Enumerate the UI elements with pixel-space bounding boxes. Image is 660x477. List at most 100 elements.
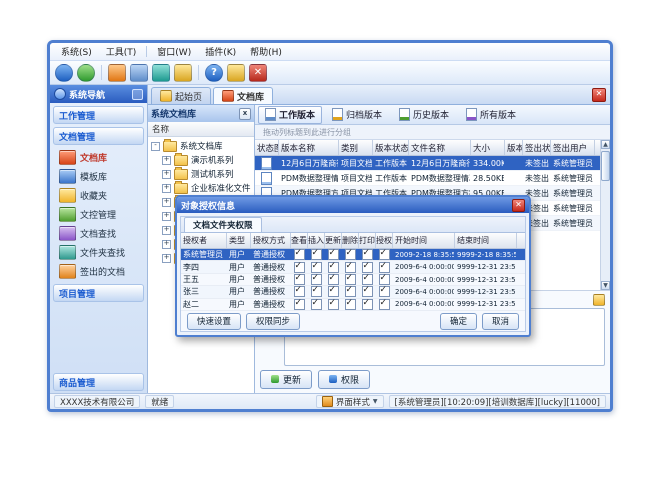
sidebar-item-template-library[interactable]: 模板库 — [59, 169, 147, 184]
column-header[interactable]: 查看 — [291, 233, 308, 248]
table-row[interactable]: 12月6日万隆商行(资 项目文档 工作版本 12月6日万隆商行(.doc 334… — [255, 156, 601, 171]
scroll-down-icon[interactable]: ▼ — [601, 281, 610, 290]
ok-button[interactable]: 确定 — [440, 313, 477, 330]
expander-icon[interactable] — [162, 254, 171, 263]
view-checkbox[interactable] — [294, 249, 305, 260]
column-header[interactable]: 签出状态 — [523, 140, 551, 155]
lock-icon[interactable] — [227, 64, 245, 82]
column-header[interactable]: 授权 — [376, 233, 393, 248]
nav-group-goods[interactable]: 商品管理 — [53, 373, 144, 391]
interface-style-dropdown[interactable]: 界面样式 ▼ — [316, 395, 384, 408]
print-checkbox[interactable] — [362, 286, 373, 297]
update-checkbox[interactable] — [328, 249, 339, 260]
table-row[interactable]: PDM数据整理情况.doc 项目文档 工作版本 PDM数据整理情况.doc 28… — [255, 171, 601, 186]
permission-row[interactable]: 王五 用户 普通授权 2009-6-4 0:00:00 9999-12-31 2… — [181, 274, 525, 286]
menu-plugins[interactable]: 插件(K) — [198, 43, 243, 60]
scroll-thumb[interactable] — [601, 151, 610, 181]
menu-system[interactable]: 系统(S) — [54, 43, 99, 60]
update-checkbox[interactable] — [328, 262, 339, 273]
navigate-icon[interactable] — [77, 64, 95, 82]
home-icon[interactable] — [55, 64, 73, 82]
tab-all-versions[interactable]: 所有版本 — [459, 106, 523, 124]
tab-working-version[interactable]: 工作版本 — [258, 106, 322, 124]
tab-folder-permissions[interactable]: 文档文件夹权限 — [184, 217, 262, 232]
tree-node[interactable]: 企业标准化文件 — [148, 181, 254, 195]
nav-group-project[interactable]: 项目管理 — [53, 284, 144, 302]
column-header[interactable]: 授权方式 — [251, 233, 291, 248]
update-checkbox[interactable] — [328, 274, 339, 285]
column-header[interactable]: 大小 — [471, 140, 505, 155]
print-checkbox[interactable] — [362, 274, 373, 285]
tree-column-header[interactable]: 名称 — [148, 122, 254, 137]
expander-icon[interactable] — [162, 240, 171, 249]
grant-checkbox[interactable] — [379, 299, 390, 310]
expander-icon[interactable] — [162, 156, 171, 165]
delete-checkbox[interactable] — [345, 286, 356, 297]
sidebar-item-favorites[interactable]: 收藏夹 — [59, 188, 147, 203]
sidebar-item-doc-library[interactable]: 文档库 — [59, 150, 147, 165]
grant-checkbox[interactable] — [379, 249, 390, 260]
quick-setup-button[interactable]: 快速设置 — [187, 313, 241, 330]
grant-checkbox[interactable] — [379, 286, 390, 297]
expander-icon[interactable] — [151, 142, 160, 151]
tab-archived-version[interactable]: 归档版本 — [325, 106, 389, 124]
update-checkbox[interactable] — [328, 299, 339, 310]
exit-icon[interactable]: ✕ — [249, 64, 267, 82]
view-checkbox[interactable] — [294, 262, 305, 273]
expander-icon[interactable] — [162, 184, 171, 193]
column-header[interactable]: 状态图 — [255, 140, 279, 155]
tab-home[interactable]: 起始页 — [151, 87, 211, 104]
grant-checkbox[interactable] — [379, 274, 390, 285]
column-header[interactable]: 更新 — [325, 233, 342, 248]
browse-folder-icon[interactable] — [593, 294, 605, 306]
column-header[interactable]: 结束时间 — [455, 233, 517, 248]
delete-checkbox[interactable] — [345, 274, 356, 285]
help-icon[interactable]: ? — [205, 64, 223, 82]
sidebar-item-checked-out-docs[interactable]: 签出的文档 — [59, 264, 147, 279]
expander-icon[interactable] — [162, 226, 171, 235]
column-header[interactable]: 授权者 — [181, 233, 227, 248]
view-checkbox[interactable] — [294, 299, 305, 310]
column-header[interactable]: 删除 — [342, 233, 359, 248]
column-header[interactable]: 版本号 — [505, 140, 523, 155]
sidebar-item-doc-search[interactable]: 文档查找 — [59, 226, 147, 241]
tree-close-icon[interactable]: x — [239, 108, 251, 120]
nav-group-work[interactable]: 工作管理 — [53, 106, 144, 124]
expander-icon[interactable] — [162, 212, 171, 221]
column-header[interactable]: 类型 — [227, 233, 251, 248]
print-checkbox[interactable] — [362, 299, 373, 310]
insert-checkbox[interactable] — [311, 249, 322, 260]
menu-window[interactable]: 窗口(W) — [150, 43, 198, 60]
view-checkbox[interactable] — [294, 286, 305, 297]
cancel-button[interactable]: 取消 — [482, 313, 519, 330]
scroll-up-icon[interactable]: ▲ — [601, 140, 610, 149]
tree-node[interactable]: 测试机系列 — [148, 167, 254, 181]
vertical-scrollbar[interactable]: ▲ ▼ — [600, 140, 610, 290]
column-header[interactable]: 版本状态 — [373, 140, 409, 155]
column-header[interactable]: 签出用户 — [551, 140, 595, 155]
update-checkbox[interactable] — [328, 286, 339, 297]
column-header[interactable]: 开始时间 — [393, 233, 455, 248]
delete-checkbox[interactable] — [345, 249, 356, 260]
permission-row[interactable]: 系统管理员 用户 普通授权 2009-2-18 8:35:57 9999-2-1… — [181, 249, 525, 261]
pin-icon[interactable] — [132, 89, 143, 100]
sidebar-item-doc-control[interactable]: 文控管理 — [59, 207, 147, 222]
insert-checkbox[interactable] — [311, 299, 322, 310]
report-icon[interactable] — [152, 64, 170, 82]
menu-help[interactable]: 帮助(H) — [243, 43, 289, 60]
delete-checkbox[interactable] — [345, 262, 356, 273]
dialog-close-icon[interactable]: ✕ — [512, 199, 525, 212]
dialog-titlebar[interactable]: 对象授权信息 ✕ — [177, 197, 529, 213]
column-header[interactable]: 打印 — [359, 233, 376, 248]
column-header[interactable]: 插入 — [308, 233, 325, 248]
print-checkbox[interactable] — [362, 262, 373, 273]
print-checkbox[interactable] — [362, 249, 373, 260]
tab-history-version[interactable]: 历史版本 — [392, 106, 456, 124]
permission-sync-button[interactable]: 权限同步 — [246, 313, 300, 330]
tree-node[interactable]: 演示机系列 — [148, 153, 254, 167]
column-header[interactable]: 版本名称 — [279, 140, 339, 155]
insert-checkbox[interactable] — [311, 262, 322, 273]
permission-row[interactable]: 张三 用户 普通授权 2009-6-4 0:00:00 9999-12-31 2… — [181, 286, 525, 298]
column-header[interactable]: 类别 — [339, 140, 373, 155]
update-button[interactable]: 更新 — [260, 370, 312, 389]
